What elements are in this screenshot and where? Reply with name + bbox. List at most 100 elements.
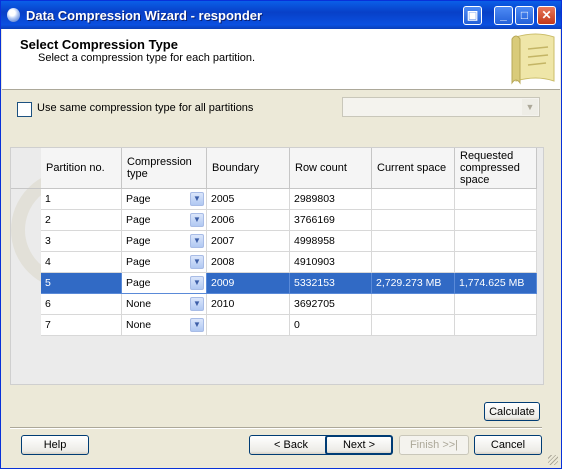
row-selector[interactable] <box>11 315 41 336</box>
current-space-cell <box>371 314 455 336</box>
partition-grid: Partition no. Compression type Boundary … <box>10 147 544 385</box>
app-icon <box>7 8 20 22</box>
chevron-down-icon[interactable]: ▼ <box>190 297 204 311</box>
requested-space-cell: 1,774.625 MB <box>454 272 537 294</box>
footer-divider <box>10 427 542 429</box>
page-title: Select Compression Type <box>20 37 178 52</box>
title-bar[interactable]: Data Compression Wizard - responder ▣ _ … <box>1 1 561 29</box>
wizard-window: Data Compression Wizard - responder ▣ _ … <box>0 0 562 469</box>
window-title: Data Compression Wizard - responder <box>26 8 263 23</box>
compression-type-select[interactable]: Page ▼ <box>122 273 206 293</box>
col-rowcount-header: Row count <box>289 148 372 189</box>
compression-type-value: None <box>126 298 152 310</box>
boundary-cell: 2008 <box>206 251 290 273</box>
partition-cell: 7 <box>41 314 122 336</box>
chevron-down-icon[interactable]: ▼ <box>190 192 204 206</box>
current-space-cell <box>371 188 455 210</box>
chevron-down-icon[interactable]: ▼ <box>190 213 204 227</box>
table-row[interactable]: 6 None ▼ 2010 3692705 <box>11 293 537 315</box>
current-space-cell <box>371 230 455 252</box>
compression-type-cell[interactable]: Page ▼ <box>121 188 207 210</box>
table-row[interactable]: 7 None ▼ 0 <box>11 314 537 336</box>
finish-button[interactable]: Finish >>| <box>399 435 469 455</box>
row-count-cell: 2989803 <box>289 188 372 210</box>
col-partition-header: Partition no. <box>41 148 122 189</box>
row-count-cell: 5332153 <box>289 272 372 294</box>
back-button[interactable]: < Back <box>249 435 333 455</box>
chevron-down-icon[interactable]: ▼ <box>190 276 204 290</box>
col-requested-space-header: Requested compressed space <box>454 148 537 189</box>
compression-type-select[interactable]: Page ▼ <box>126 210 206 230</box>
compression-type-cell[interactable]: None ▼ <box>121 314 207 336</box>
current-space-cell <box>371 209 455 231</box>
table-row[interactable]: 2 Page ▼ 2006 3766169 <box>11 209 537 231</box>
partition-table: Partition no. Compression type Boundary … <box>11 148 537 336</box>
cancel-button[interactable]: Cancel <box>474 435 542 455</box>
row-selector[interactable] <box>11 273 41 294</box>
row-count-cell: 0 <box>289 314 372 336</box>
boundary-cell <box>206 314 290 336</box>
partition-cell: 3 <box>41 230 122 252</box>
minimize-button[interactable]: _ <box>494 6 513 25</box>
page-subtitle: Select a compression type for each parti… <box>38 52 256 64</box>
table-row[interactable]: 1 Page ▼ 2005 2989803 <box>11 188 537 210</box>
row-selector[interactable] <box>11 231 41 252</box>
compression-type-select[interactable]: Page ▼ <box>126 252 206 272</box>
same-type-checkbox[interactable] <box>17 102 32 117</box>
table-row[interactable]: 3 Page ▼ 2007 4998958 <box>11 230 537 252</box>
chevron-down-icon[interactable]: ▼ <box>190 234 204 248</box>
compression-type-cell[interactable]: Page ▼ <box>121 230 207 252</box>
table-body: 1 Page ▼ 2005 2989803 2 Page ▼ 2006 3766169 3 Page ▼… <box>11 188 537 336</box>
col-type-header: Compression type <box>121 148 207 189</box>
partition-cell: 1 <box>41 188 122 210</box>
maximize-button[interactable]: □ <box>515 6 534 25</box>
window-menu-icon[interactable]: ▣ <box>463 6 482 25</box>
col-boundary-header: Boundary <box>206 148 290 189</box>
table-row[interactable]: 4 Page ▼ 2008 4910903 <box>11 251 537 273</box>
requested-space-cell <box>454 251 537 273</box>
compression-type-select[interactable]: Page ▼ <box>126 189 206 209</box>
requested-space-cell <box>454 293 537 315</box>
requested-space-cell <box>454 230 537 252</box>
boundary-cell: 2005 <box>206 188 290 210</box>
boundary-cell: 2006 <box>206 209 290 231</box>
compression-type-select[interactable]: Page ▼ <box>126 231 206 251</box>
row-count-cell: 3692705 <box>289 293 372 315</box>
requested-space-cell <box>454 188 537 210</box>
boundary-cell: 2009 <box>206 272 290 294</box>
wizard-header: Select Compression Type Select a compres… <box>2 29 560 90</box>
current-space-cell: 2,729.273 MB <box>371 272 455 294</box>
col-current-space-header: Current space <box>371 148 455 189</box>
row-selector[interactable] <box>11 210 41 231</box>
help-button[interactable]: Help <box>21 435 89 455</box>
compression-type-cell[interactable]: None ▼ <box>121 293 207 315</box>
next-button[interactable]: Next > <box>325 435 393 455</box>
partition-cell: 4 <box>41 251 122 273</box>
chevron-down-icon[interactable]: ▼ <box>190 255 204 269</box>
row-count-cell: 3766169 <box>289 209 372 231</box>
compression-type-value: Page <box>126 193 151 205</box>
partition-cell: 2 <box>41 209 122 231</box>
compression-type-select[interactable]: None ▼ <box>126 294 206 314</box>
boundary-cell: 2007 <box>206 230 290 252</box>
requested-space-cell <box>454 209 537 231</box>
row-selector[interactable] <box>11 294 41 315</box>
same-type-label: Use same compression type for all partit… <box>37 102 254 114</box>
calculate-button[interactable]: Calculate <box>484 402 540 421</box>
row-selector[interactable] <box>11 189 41 210</box>
partition-cell: 6 <box>41 293 122 315</box>
current-space-cell <box>371 293 455 315</box>
close-button[interactable]: ✕ <box>537 6 556 25</box>
compression-type-cell[interactable]: Page ▼ <box>121 209 207 231</box>
compression-type-value: Page <box>126 235 151 247</box>
compression-type-value: None <box>126 319 152 331</box>
resize-grip[interactable] <box>548 455 558 465</box>
compression-type-cell[interactable]: Page ▼ <box>121 251 207 273</box>
compression-type-cell[interactable]: Page ▼ <box>121 272 207 294</box>
row-selector[interactable] <box>11 252 41 273</box>
table-row[interactable]: 5 Page ▼ 2009 5332153 2,729.273 MB 1,774.625 M… <box>11 272 537 294</box>
compression-type-select[interactable]: None ▼ <box>126 315 206 335</box>
same-type-combo[interactable]: ▼ <box>342 97 540 117</box>
chevron-down-icon[interactable]: ▼ <box>190 318 204 332</box>
compression-type-value: Page <box>126 214 151 226</box>
